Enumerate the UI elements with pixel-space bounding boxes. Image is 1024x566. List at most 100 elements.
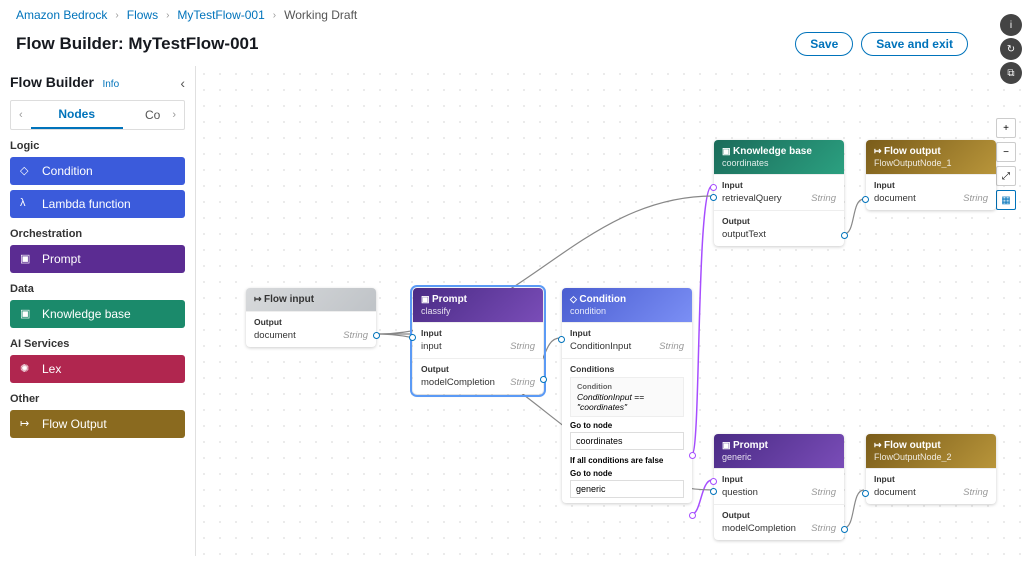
- node-title: Flow output: [884, 146, 941, 157]
- tab-prev-icon[interactable]: ‹: [11, 103, 31, 127]
- zoom-in-icon[interactable]: +: [996, 118, 1016, 138]
- canvas-controls: + − ⤢ ▦: [996, 118, 1016, 210]
- section-label: Output: [421, 364, 535, 374]
- zoom-out-icon[interactable]: −: [996, 142, 1016, 162]
- port-input-icon[interactable]: [558, 336, 565, 343]
- goto-label: Go to node: [570, 421, 684, 430]
- port-type: String: [811, 487, 836, 498]
- fit-icon[interactable]: ⤢: [996, 166, 1016, 186]
- info-link[interactable]: Info: [102, 79, 119, 90]
- copy-icon[interactable]: ⧉: [1000, 62, 1022, 84]
- node-header: ↦ Flow output FlowOutputNode_1: [866, 140, 996, 174]
- chevron-right-icon: ›: [166, 10, 169, 21]
- breadcrumb-link[interactable]: MyTestFlow-001: [177, 8, 264, 22]
- palette-lex[interactable]: ✺ Lex: [10, 355, 185, 383]
- save-button[interactable]: Save: [795, 32, 853, 56]
- goto-label: Go to node: [570, 469, 684, 478]
- node-prompt-generic[interactable]: ▣ Prompt generic Input question String O…: [714, 434, 844, 540]
- breadcrumb-current: Working Draft: [284, 8, 357, 22]
- save-exit-button[interactable]: Save and exit: [861, 32, 968, 56]
- palette-label: Lex: [42, 362, 61, 376]
- lex-icon: ✺: [20, 362, 34, 376]
- tab-config[interactable]: Co: [123, 102, 165, 128]
- breadcrumb: Amazon Bedrock › Flows › MyTestFlow-001 …: [0, 0, 1024, 30]
- port-output-icon[interactable]: [841, 526, 848, 533]
- tab-nodes[interactable]: Nodes: [31, 101, 123, 129]
- port-output-icon[interactable]: [841, 232, 848, 239]
- port-type: String: [811, 523, 836, 534]
- group-other: Other: [10, 393, 185, 405]
- node-flow-input[interactable]: ↦ Flow input Output document String: [246, 288, 376, 347]
- breadcrumb-link[interactable]: Amazon Bedrock: [16, 8, 107, 22]
- port-condition-icon[interactable]: [689, 452, 696, 459]
- node-title: Prompt: [432, 294, 467, 305]
- port-input-icon[interactable]: [710, 194, 717, 201]
- node-flow-output-1[interactable]: ↦ Flow output FlowOutputNode_1 Input doc…: [866, 140, 996, 210]
- port-name: outputText: [722, 229, 766, 240]
- cond-label: Condition: [577, 382, 677, 391]
- sidebar-title: Flow Builder: [10, 74, 94, 90]
- group-logic: Logic: [10, 140, 185, 152]
- palette-label: Lambda function: [42, 197, 131, 211]
- group-orchestration: Orchestration: [10, 228, 185, 240]
- tab-next-icon[interactable]: ›: [164, 103, 184, 127]
- collapse-icon[interactable]: ‹: [180, 75, 185, 91]
- group-ai: AI Services: [10, 338, 185, 350]
- port-input-icon[interactable]: [710, 478, 717, 485]
- port-input-icon[interactable]: [710, 488, 717, 495]
- port-type: String: [510, 341, 535, 352]
- port-input-icon[interactable]: [710, 184, 717, 191]
- history-icon[interactable]: ↻: [1000, 38, 1022, 60]
- section-label: Input: [570, 328, 684, 338]
- port-input-icon[interactable]: [862, 196, 869, 203]
- breadcrumb-link[interactable]: Flows: [127, 8, 158, 22]
- palette-prompt[interactable]: ▣ Prompt: [10, 245, 185, 273]
- port-name: modelCompletion: [722, 523, 796, 534]
- canvas[interactable]: i ↻ ⧉ + − ⤢ ▦ ↦ Flow input Output: [196, 66, 1024, 556]
- port-input-icon[interactable]: [409, 334, 416, 341]
- condition-icon: ◇: [20, 164, 34, 178]
- port-type: String: [963, 193, 988, 204]
- port-output-icon[interactable]: [540, 376, 547, 383]
- node-subtitle: FlowOutputNode_2: [874, 452, 988, 462]
- grid-icon[interactable]: ▦: [996, 190, 1016, 210]
- section-label: Input: [874, 474, 988, 484]
- node-subtitle: generic: [722, 452, 836, 462]
- port-else-icon[interactable]: [689, 512, 696, 519]
- section-label: Input: [722, 474, 836, 484]
- port-name: document: [254, 330, 296, 341]
- condition-expression-box: Condition ConditionInput == "coordinates…: [570, 377, 684, 417]
- palette-lambda[interactable]: λ Lambda function: [10, 190, 185, 218]
- goto-input-generic[interactable]: [570, 480, 684, 498]
- header: Flow Builder: MyTestFlow-001 Save Save a…: [0, 30, 1024, 66]
- node-knowledge-base[interactable]: ▣ Knowledge base coordinates Input retri…: [714, 140, 844, 246]
- knowledge-base-icon: ▣: [20, 307, 34, 321]
- palette-condition[interactable]: ◇ Condition: [10, 157, 185, 185]
- sidebar-tabs: ‹ Nodes Co ›: [10, 100, 185, 130]
- node-title: Condition: [579, 294, 626, 305]
- section-label: Input: [722, 180, 836, 190]
- node-flow-output-2[interactable]: ↦ Flow output FlowOutputNode_2 Input doc…: [866, 434, 996, 504]
- port-input-icon[interactable]: [862, 490, 869, 497]
- output-icon: ↦: [20, 417, 34, 431]
- node-condition[interactable]: ◇ Condition condition Input ConditionInp…: [562, 288, 692, 503]
- node-subtitle: FlowOutputNode_1: [874, 158, 988, 168]
- palette-label: Flow Output: [42, 417, 107, 431]
- right-rail: i ↻ ⧉: [1000, 14, 1022, 84]
- lambda-icon: λ: [20, 197, 34, 211]
- palette-label: Prompt: [42, 252, 81, 266]
- section-label: Output: [254, 317, 368, 327]
- node-header: ▣ Prompt classify: [413, 288, 543, 322]
- info-icon[interactable]: i: [1000, 14, 1022, 36]
- palette-knowledge-base[interactable]: ▣ Knowledge base: [10, 300, 185, 328]
- section-label: Input: [874, 180, 988, 190]
- port-name: retrievalQuery: [722, 193, 782, 204]
- section-label: Output: [722, 510, 836, 520]
- header-actions: Save Save and exit: [795, 32, 1008, 56]
- goto-input-coordinates[interactable]: [570, 432, 684, 450]
- node-header: ↦ Flow output FlowOutputNode_2: [866, 434, 996, 468]
- palette-flow-output[interactable]: ↦ Flow Output: [10, 410, 185, 438]
- node-prompt-classify[interactable]: ▣ Prompt classify Input input String Out…: [413, 288, 543, 394]
- port-output-icon[interactable]: [373, 332, 380, 339]
- port-name: ConditionInput: [570, 341, 631, 352]
